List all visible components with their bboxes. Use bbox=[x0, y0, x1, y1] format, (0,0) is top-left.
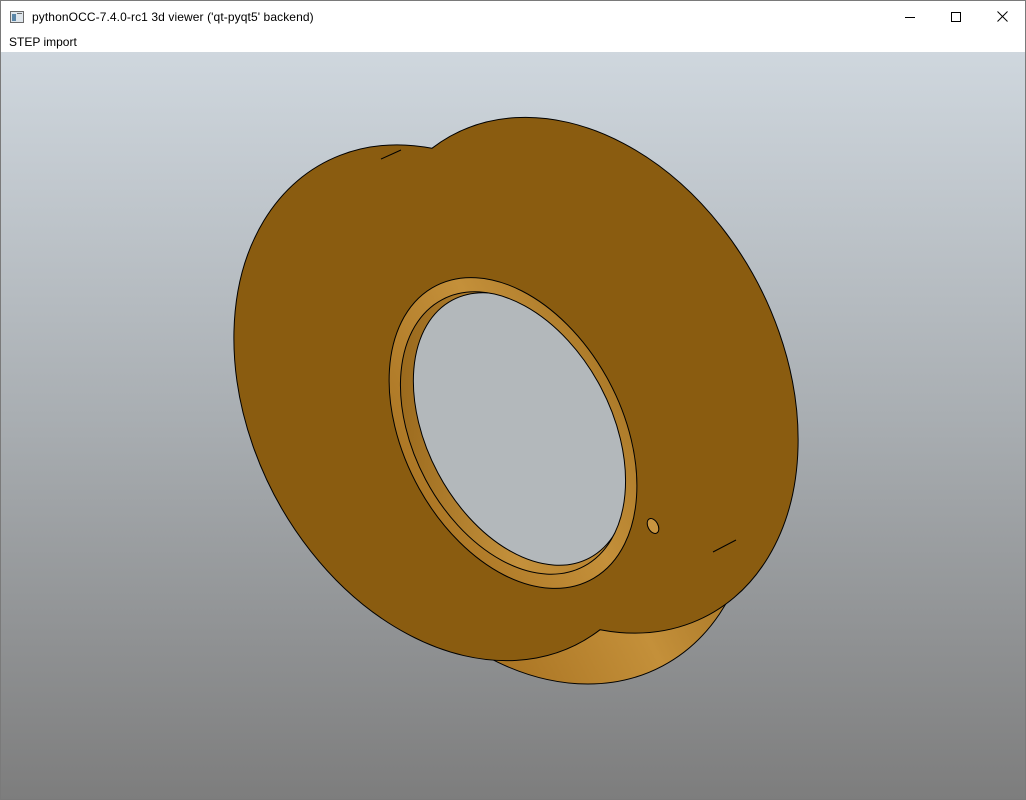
maximize-button[interactable] bbox=[933, 1, 979, 32]
minimize-icon bbox=[905, 16, 915, 18]
close-icon bbox=[996, 11, 1008, 22]
application-window: pythonOCC-7.4.0-rc1 3d viewer ('qt-pyqt5… bbox=[0, 0, 1026, 800]
3d-viewport[interactable] bbox=[1, 52, 1025, 799]
app-icon[interactable] bbox=[10, 10, 24, 23]
maximize-icon bbox=[951, 11, 961, 22]
title-bar[interactable]: pythonOCC-7.4.0-rc1 3d viewer ('qt-pyqt5… bbox=[1, 1, 1025, 32]
minimize-button[interactable] bbox=[887, 1, 933, 32]
washer-3d-model bbox=[233, 116, 799, 685]
close-button[interactable] bbox=[979, 1, 1025, 32]
window-title: pythonOCC-7.4.0-rc1 3d viewer ('qt-pyqt5… bbox=[32, 9, 314, 24]
window-controls bbox=[887, 1, 1025, 32]
menu-bar: STEP import bbox=[1, 32, 1025, 52]
menu-item-step-import[interactable]: STEP import bbox=[1, 32, 85, 52]
